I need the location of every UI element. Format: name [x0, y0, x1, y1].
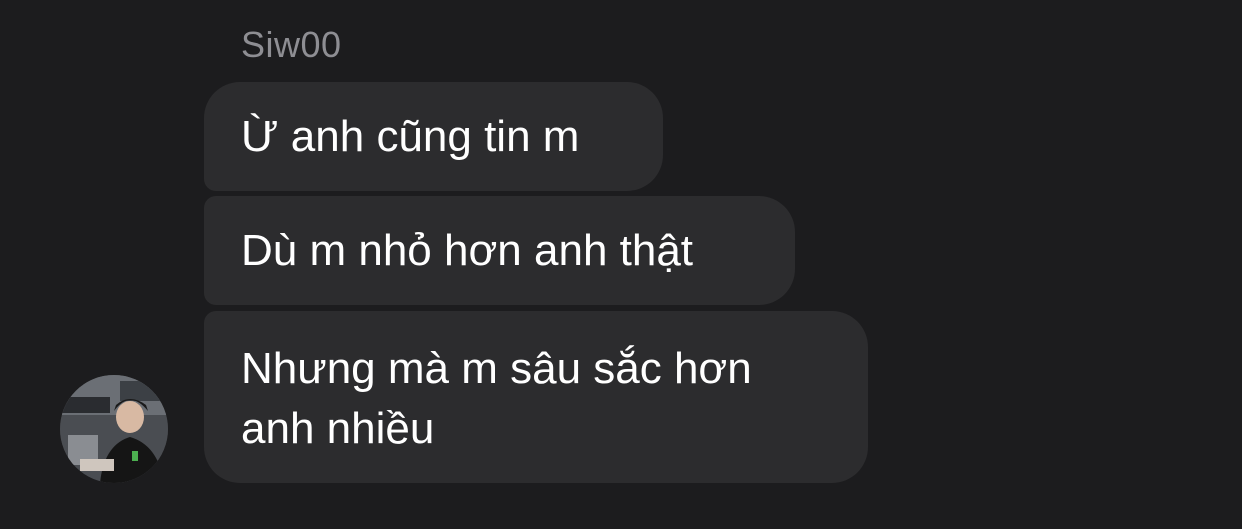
- user-photo-avatar-icon: [60, 375, 168, 483]
- message-text: Dù m nhỏ hơn anh thật: [241, 226, 694, 275]
- sender-name: Siw00: [241, 24, 342, 65]
- message-text: Ừ anh cũng tin m: [241, 112, 580, 161]
- message-bubble[interactable]: Ừ anh cũng tin m: [204, 82, 663, 191]
- chat-thread: Siw00 Ừ anh cũng tin m Dù m nhỏ hơn anh …: [0, 0, 1242, 529]
- message-bubble[interactable]: Dù m nhỏ hơn anh thật: [204, 196, 795, 305]
- message-bubble[interactable]: Nhưng mà m sâu sắc hơn anh nhiều: [204, 311, 868, 483]
- message-text-line: anh nhiều: [241, 404, 435, 453]
- sender-avatar[interactable]: [60, 375, 168, 483]
- message-text-line: Nhưng mà m sâu sắc hơn: [241, 344, 752, 393]
